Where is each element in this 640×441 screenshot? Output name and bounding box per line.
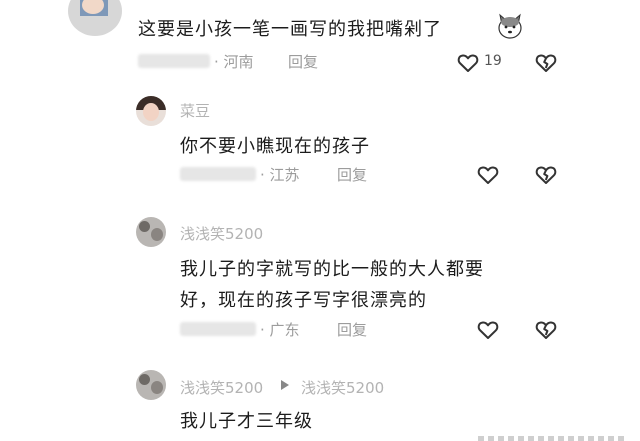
broken-heart-icon[interactable] bbox=[534, 51, 558, 75]
username[interactable]: 浅浅笑5200 bbox=[180, 223, 263, 244]
comment-location: · 江苏 bbox=[260, 166, 300, 184]
reply-button[interactable]: 回复 bbox=[337, 319, 367, 340]
broken-heart-icon[interactable] bbox=[534, 163, 558, 187]
reply-to-username[interactable]: 浅浅笑5200 bbox=[301, 377, 384, 398]
heart-outline-icon[interactable] bbox=[456, 51, 480, 75]
comment-location: · 广东 bbox=[260, 321, 300, 339]
comment-location: · 河南 bbox=[214, 53, 254, 71]
avatar[interactable] bbox=[136, 96, 166, 126]
like-count: 19 bbox=[484, 53, 502, 69]
comment-text: 这要是小孩一笔一画写的我把嘴剁了 bbox=[138, 19, 442, 40]
avatar[interactable] bbox=[136, 370, 166, 400]
username-blurred bbox=[180, 167, 256, 181]
broken-heart-icon[interactable] bbox=[534, 318, 558, 342]
comment-text: 我儿子才三年级 bbox=[180, 411, 313, 432]
dog-face-emoji bbox=[496, 13, 524, 41]
comment-text-line: 我儿子的字就写的比一般的大人都要 bbox=[180, 259, 484, 280]
username-blurred bbox=[180, 322, 256, 336]
avatar[interactable] bbox=[68, 0, 122, 36]
reply-button[interactable]: 回复 bbox=[288, 51, 318, 72]
avatar[interactable] bbox=[136, 217, 166, 247]
triangle-right-icon bbox=[281, 380, 289, 390]
comment-text-line: 好，现在的孩子写字很漂亮的 bbox=[180, 290, 427, 311]
username[interactable]: 菜豆 bbox=[180, 100, 210, 121]
username-blurred bbox=[138, 54, 210, 68]
cutoff-edge bbox=[478, 436, 628, 441]
heart-outline-icon[interactable] bbox=[476, 163, 500, 187]
comment-text: 你不要小瞧现在的孩子 bbox=[180, 136, 370, 157]
reply-button[interactable]: 回复 bbox=[337, 164, 367, 185]
heart-outline-icon[interactable] bbox=[476, 318, 500, 342]
username[interactable]: 浅浅笑5200 bbox=[180, 377, 263, 398]
